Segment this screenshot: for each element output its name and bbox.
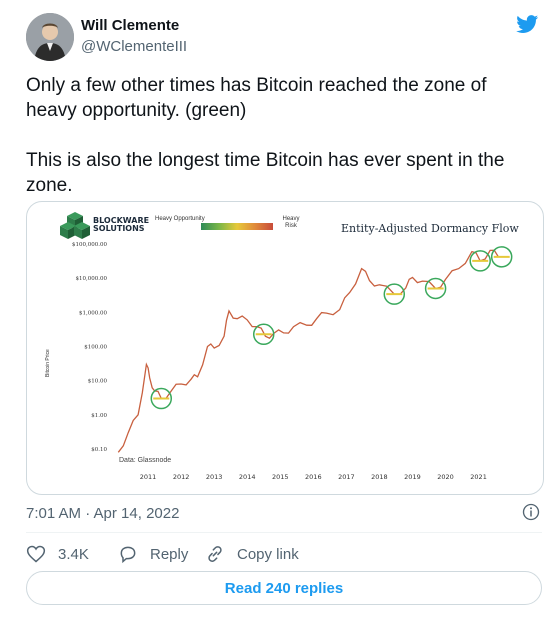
x-tick-label: 2017 <box>338 473 355 481</box>
chart-title: Entity-Adjusted Dormancy Flow <box>341 222 519 235</box>
info-icon[interactable] <box>522 503 540 521</box>
chart-svg: $100,000.00 $10,000.00 $1,000.00 $100.00 $10… <box>60 212 513 481</box>
x-tick-label: 2011 <box>140 473 157 481</box>
blockware-logo-icon <box>60 212 90 239</box>
heart-icon <box>26 545 46 563</box>
x-tick-label: 2012 <box>173 473 190 481</box>
data-source-label: Data: Glassnode <box>119 457 172 464</box>
legend-heavy-risk: Heavy Risk <box>282 216 300 229</box>
logo-text: BLOCKWARE SOLUTIONS <box>93 217 149 233</box>
author-handle[interactable]: @WClementeIII <box>81 38 187 55</box>
x-tick-label: 2013 <box>206 473 223 481</box>
chart-y-label: Bitcoin Price <box>45 349 51 377</box>
y-tick-label: $10.00 <box>88 379 108 385</box>
x-tick-label: 2018 <box>371 473 388 481</box>
y-tick-label: $1,000.00 <box>79 310 107 316</box>
reply-button[interactable]: Reply <box>118 544 188 564</box>
tweet-card: Will Clemente @WClementeIII Only a few o… <box>0 0 559 617</box>
legend-gradient-bar <box>201 223 273 230</box>
y-tick-label: $100.00 <box>84 345 107 351</box>
y-tick-label: $10,000.00 <box>76 276 108 282</box>
copy-link-label: Copy link <box>237 545 299 563</box>
copy-link-button[interactable]: Copy link <box>205 544 299 564</box>
author-name[interactable]: Will Clemente <box>81 17 179 34</box>
reply-label: Reply <box>150 545 189 563</box>
legend-heavy-opportunity: Heavy Opportunity <box>155 216 205 222</box>
avatar[interactable] <box>26 13 74 61</box>
like-count: 3.4K <box>58 545 89 563</box>
tweet-timestamp[interactable]: 7:01 AM · Apr 14, 2022 <box>26 505 179 522</box>
chart-image[interactable]: $100,000.00 $10,000.00 $1,000.00 $100.00 $10… <box>26 201 544 495</box>
divider <box>26 532 542 533</box>
reply-icon <box>120 546 136 564</box>
y-tick-label: $100,000.00 <box>72 242 107 248</box>
like-button[interactable]: 3.4K <box>26 544 89 564</box>
x-tick-label: 2019 <box>404 473 421 481</box>
link-icon <box>208 546 222 562</box>
x-tick-label: 2014 <box>239 473 256 481</box>
y-tick-label: $1.00 <box>91 413 107 419</box>
read-replies-button[interactable]: Read 240 replies <box>26 571 542 605</box>
x-tick-label: 2021 <box>470 473 487 481</box>
y-tick-label: $0.10 <box>91 447 107 453</box>
tweet-text: Only a few other times has Bitcoin reach… <box>26 75 505 196</box>
x-tick-label: 2015 <box>272 473 289 481</box>
x-tick-label: 2016 <box>305 473 322 481</box>
x-tick-label: 2020 <box>437 473 454 481</box>
logo-line-2: SOLUTIONS <box>93 224 145 233</box>
twitter-bird-icon[interactable] <box>515 13 540 35</box>
